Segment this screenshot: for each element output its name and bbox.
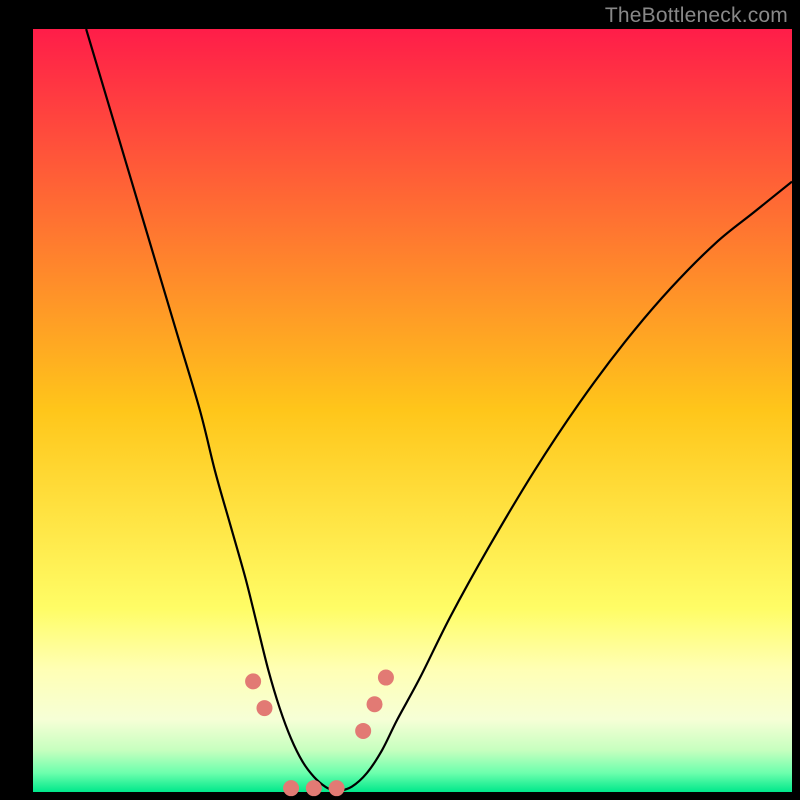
marker-valley-markers (378, 670, 394, 686)
gradient-background (33, 29, 792, 792)
marker-valley-markers (306, 780, 322, 796)
app-frame: TheBottleneck.com (0, 0, 800, 800)
marker-valley-markers (355, 723, 371, 739)
marker-valley-markers (367, 696, 383, 712)
chart-canvas (0, 0, 800, 800)
marker-valley-markers (329, 780, 345, 796)
marker-valley-markers (245, 673, 261, 689)
marker-valley-markers (256, 700, 272, 716)
marker-valley-markers (283, 780, 299, 796)
